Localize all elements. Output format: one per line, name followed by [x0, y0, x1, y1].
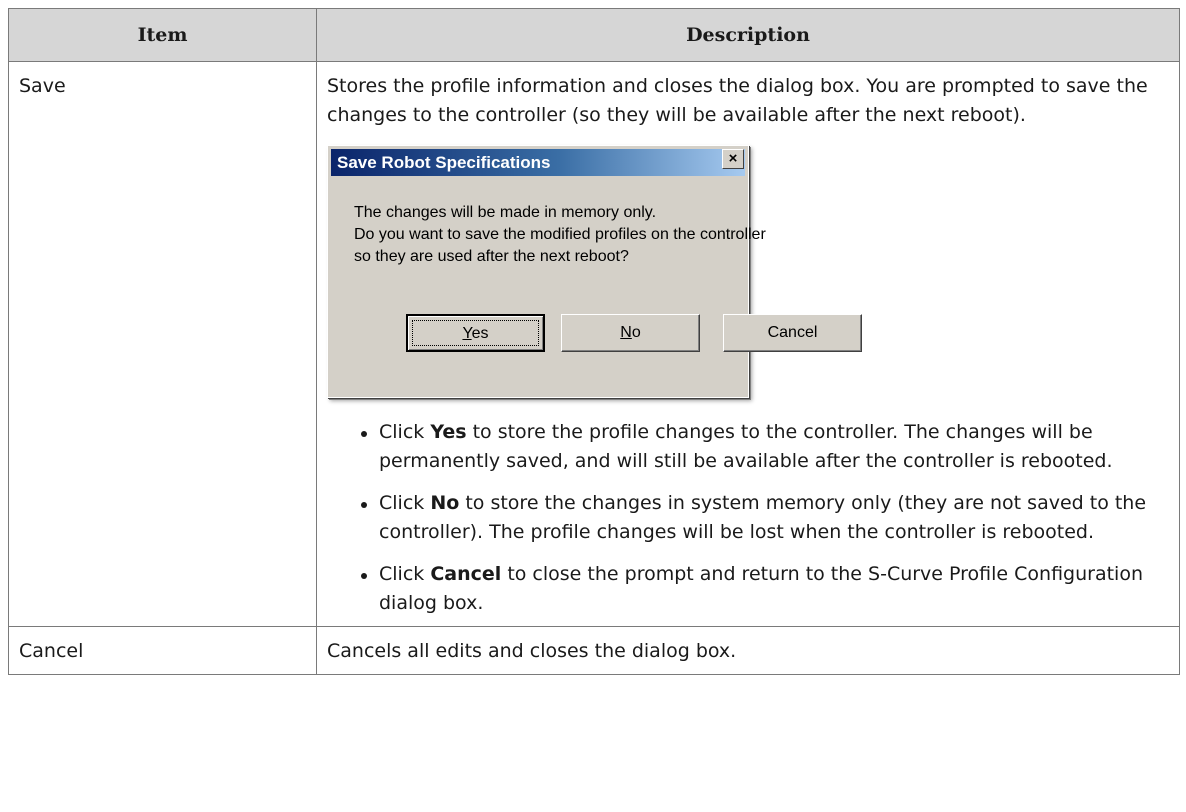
dialog-message-line: Do you want to save the modified profile… [354, 226, 766, 243]
bullet-keyword: Yes [430, 421, 467, 443]
table-row-save: Save Stores the profile information and … [8, 61, 1180, 627]
save-description-text: Stores the profile information and close… [327, 75, 1148, 126]
bullet-keyword: Cancel [430, 563, 502, 585]
dialog-title: Save Robot Specifications [331, 149, 745, 176]
header-row: Item Description [8, 8, 1180, 62]
item-description-table: Item Description Save Stores the profile… [8, 8, 1180, 675]
item-cell-cancel: Cancel [8, 626, 317, 675]
focus-ring [412, 320, 539, 346]
yes-button[interactable]: Yes [406, 314, 545, 352]
description-cell-save: Stores the profile information and close… [316, 61, 1180, 627]
dialog-message-line: so they are used after the next reboot? [354, 248, 629, 265]
list-item-cancel: Click Cancel to close the prompt and ret… [359, 560, 1169, 618]
header-description: Description [316, 8, 1180, 62]
dialog-message-line: The changes will be made in memory only. [354, 204, 657, 221]
no-button[interactable]: No [561, 314, 700, 352]
save-robot-specifications-dialog: Save Robot Specifications × The changes … [327, 145, 862, 398]
save-options-list: Click Yes to store the profile changes t… [327, 418, 1169, 618]
no-label-rest: o [631, 324, 641, 341]
bullet-icon [361, 573, 367, 579]
no-accelerator: N [620, 324, 632, 341]
header-item: Item [8, 8, 317, 62]
bullet-pre: Click [379, 492, 431, 514]
list-item-no: Click No to store the changes in system … [359, 489, 1169, 547]
cancel-button[interactable]: Cancel [723, 314, 862, 352]
table-row-cancel: Cancel Cancels all edits and closes the … [8, 626, 1180, 675]
close-icon[interactable]: × [722, 149, 744, 169]
bullet-post: to store the changes in system memory on… [379, 492, 1147, 543]
list-item-yes: Click Yes to store the profile changes t… [359, 418, 1169, 476]
bullet-icon [361, 431, 367, 437]
description-cell-cancel: Cancels all edits and closes the dialog … [316, 626, 1180, 675]
bullet-pre: Click [379, 563, 431, 585]
bullet-pre: Click [379, 421, 431, 443]
bullet-icon [361, 502, 367, 508]
bullet-keyword: No [430, 492, 460, 514]
bullet-post: to store the profile changes to the cont… [379, 421, 1113, 472]
dialog-message: The changes will be made in memory only.… [354, 202, 766, 268]
item-cell-save: Save [8, 61, 317, 627]
